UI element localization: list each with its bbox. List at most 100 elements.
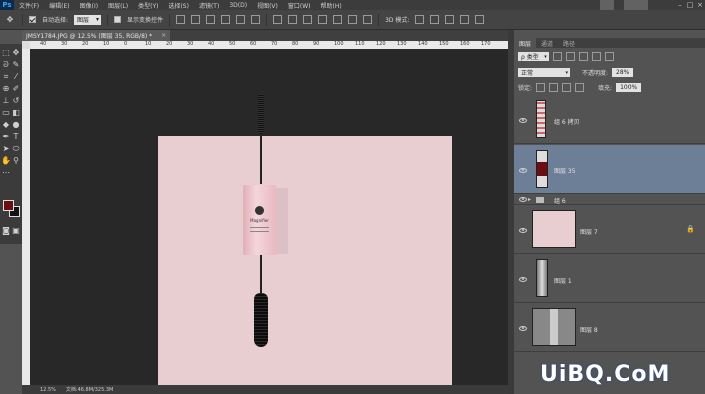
ellipse-tool-icon[interactable]: ⬭: [11, 144, 21, 154]
quick-mask-icon[interactable]: ◙: [1, 226, 11, 236]
distribute-center-icon[interactable]: [333, 15, 343, 24]
history-brush-tool-icon[interactable]: ↺: [11, 96, 21, 106]
show-transform-checkbox[interactable]: [114, 16, 122, 23]
close-button[interactable]: ×: [695, 0, 705, 10]
brush-tool-icon[interactable]: ✐: [11, 84, 21, 94]
distribute-middle-icon[interactable]: [288, 15, 298, 24]
3d-pan-icon[interactable]: [445, 15, 455, 24]
marquee-tool-icon[interactable]: ⬚: [1, 48, 11, 58]
layer-name[interactable]: 图层 1: [554, 276, 572, 285]
layer-name[interactable]: 图层 7: [580, 227, 598, 236]
path-selection-tool-icon[interactable]: ➤: [1, 144, 11, 154]
move-tool-preset-icon[interactable]: ✥: [4, 15, 16, 25]
layer-row[interactable]: 图层 1: [514, 255, 705, 303]
layer-row-selected[interactable]: 图层 35: [514, 145, 705, 194]
menu-layer[interactable]: 图层(L): [103, 1, 133, 10]
pen-tool-icon[interactable]: ✒: [1, 132, 11, 142]
filter-adjustment-icon[interactable]: [565, 52, 575, 61]
restore-button[interactable]: □: [685, 0, 695, 10]
menu-select[interactable]: 选择(S): [163, 1, 194, 10]
distribute-left-icon[interactable]: [318, 15, 328, 24]
visibility-eye-icon[interactable]: [519, 277, 527, 282]
edit-toolbar-icon[interactable]: ⋯: [1, 168, 11, 178]
layer-row[interactable]: 组 6 拷贝: [514, 96, 705, 144]
menu-view[interactable]: 视图(V): [252, 1, 283, 10]
align-top-icon[interactable]: [176, 15, 186, 24]
visibility-eye-icon[interactable]: [519, 326, 527, 331]
crop-tool-icon[interactable]: ⌗: [1, 72, 11, 82]
menu-window[interactable]: 窗口(W): [283, 1, 316, 10]
tab-layers[interactable]: 图层: [514, 38, 537, 48]
menu-type[interactable]: 类型(Y): [133, 1, 163, 10]
layer-filter-dropdown[interactable]: ρ 类型: [518, 52, 549, 61]
distribute-right-icon[interactable]: [348, 15, 358, 24]
blend-mode-dropdown[interactable]: 正常: [518, 68, 570, 77]
lock-position-icon[interactable]: [562, 83, 572, 92]
lock-all-icon[interactable]: [575, 83, 585, 92]
layer-name[interactable]: 图层 35: [554, 166, 576, 175]
visibility-eye-icon[interactable]: [519, 228, 527, 233]
menu-image[interactable]: 图像(I): [75, 1, 103, 10]
align-bottom-icon[interactable]: [206, 15, 216, 24]
move-tool-icon[interactable]: ✥: [11, 48, 21, 58]
chevron-right-icon[interactable]: ▸: [528, 196, 531, 203]
visibility-eye-icon[interactable]: [519, 168, 527, 173]
align-left-icon[interactable]: [221, 15, 231, 24]
menu-help[interactable]: 帮助(H): [316, 1, 347, 10]
3d-slide-icon[interactable]: [460, 15, 470, 24]
zoom-tool-icon[interactable]: ⚲: [11, 156, 21, 166]
ruler-origin[interactable]: [22, 41, 30, 49]
align-middle-icon[interactable]: [191, 15, 201, 24]
dodge-tool-icon[interactable]: ●: [11, 120, 21, 130]
tab-paths[interactable]: 路径: [558, 38, 580, 48]
align-right-icon[interactable]: [251, 15, 261, 24]
menu-filter[interactable]: 滤镜(T): [194, 1, 224, 10]
visibility-eye-icon[interactable]: [519, 197, 527, 202]
filter-pixel-icon[interactable]: [552, 52, 562, 61]
screen-mode-icon[interactable]: ▣: [11, 226, 21, 236]
auto-align-icon[interactable]: [363, 15, 373, 24]
blur-tool-icon[interactable]: ◆: [1, 120, 11, 130]
menu-3d[interactable]: 3D(D): [224, 2, 252, 9]
align-center-icon[interactable]: [236, 15, 246, 24]
lock-transparent-icon[interactable]: [536, 83, 546, 92]
distribute-top-icon[interactable]: [273, 15, 283, 24]
healing-brush-tool-icon[interactable]: ⊕: [1, 84, 11, 94]
3d-roll-icon[interactable]: [430, 15, 440, 24]
fill-input[interactable]: 100%: [616, 83, 642, 92]
auto-select-dropdown[interactable]: 图层: [74, 14, 102, 25]
layer-row[interactable]: 图层 8: [514, 304, 705, 352]
layer-name[interactable]: 组 6 拷贝: [554, 117, 580, 126]
group-row[interactable]: ▸ 组 6: [514, 195, 705, 205]
hand-tool-icon[interactable]: ✋: [1, 156, 11, 166]
tab-channels[interactable]: 通道: [536, 38, 558, 48]
eraser-tool-icon[interactable]: ▭: [1, 108, 11, 118]
visibility-eye-icon[interactable]: [519, 118, 527, 123]
distribute-bottom-icon[interactable]: [303, 15, 313, 24]
layer-row[interactable]: 图层 7 🔒: [514, 206, 705, 254]
filter-smart-icon[interactable]: [604, 52, 614, 61]
layer-name[interactable]: 图层 8: [580, 325, 598, 334]
close-tab-icon[interactable]: ×: [161, 32, 166, 39]
eyedropper-tool-icon[interactable]: ⁄: [11, 72, 21, 82]
horizontal-ruler[interactable]: 40 30 20 10 0 10 20 30 40 50 60 70 80 90 100 110 120 130 1…: [30, 41, 508, 49]
filter-shape-icon[interactable]: [591, 52, 601, 61]
auto-select-checkbox[interactable]: [29, 16, 36, 23]
quick-select-tool-icon[interactable]: ✎: [11, 60, 21, 70]
3d-scale-icon[interactable]: [475, 15, 485, 24]
menu-file[interactable]: 文件(F): [14, 1, 44, 10]
filter-type-icon[interactable]: [578, 52, 588, 61]
lock-pixels-icon[interactable]: [549, 83, 559, 92]
vertical-ruler[interactable]: [22, 49, 30, 385]
gradient-tool-icon[interactable]: ◧: [11, 108, 21, 118]
lasso-tool-icon[interactable]: ᘐ: [1, 60, 11, 70]
type-tool-icon[interactable]: T: [11, 132, 21, 142]
clone-stamp-tool-icon[interactable]: ⊥: [1, 96, 11, 106]
minimize-button[interactable]: –: [675, 0, 685, 10]
document-tab[interactable]: JMSY1784.JPG @ 12.5% (图层 35, RGB/8) * ×: [22, 30, 171, 41]
opacity-input[interactable]: 28%: [612, 68, 634, 77]
foreground-color-swatch[interactable]: [3, 200, 14, 211]
document-canvas[interactable]: [158, 136, 452, 394]
layer-name[interactable]: 组 6: [554, 196, 566, 205]
zoom-level[interactable]: 12.5%: [40, 387, 56, 393]
